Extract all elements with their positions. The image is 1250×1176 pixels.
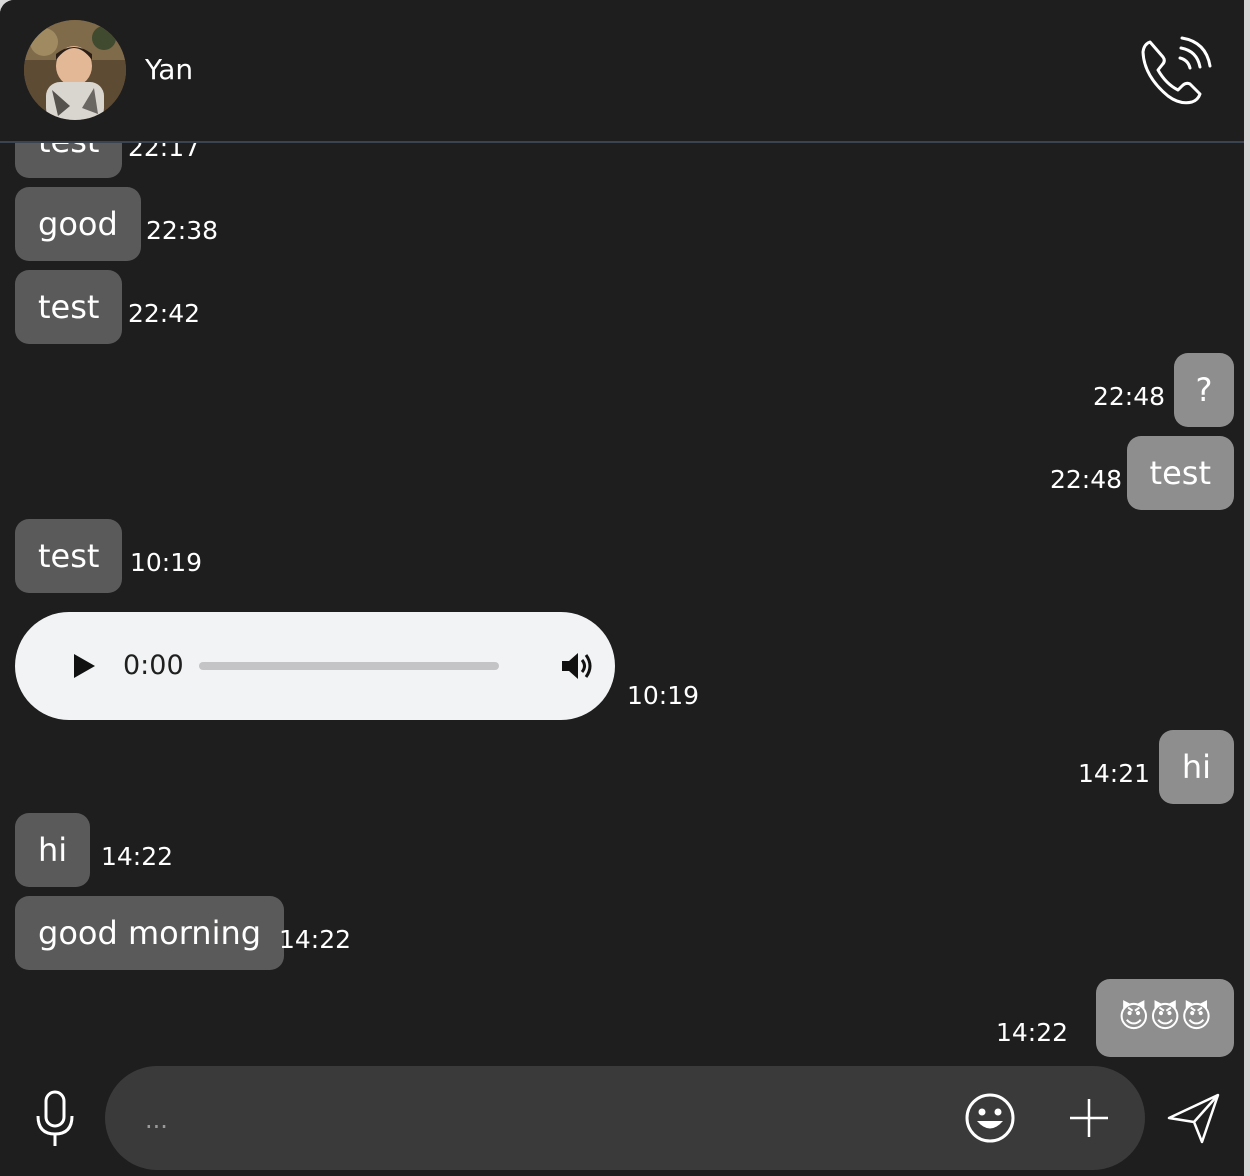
message-row: 😈😈😈 14:22 <box>0 979 1244 1057</box>
message-time: 22:42 <box>128 299 201 328</box>
message-bubble[interactable]: test <box>1126 436 1234 510</box>
message-row: good 22:38 <box>0 187 1244 261</box>
message-list[interactable]: test 22:17 good 22:38 test 22:42 ? 22:48… <box>0 0 1244 1176</box>
emoji-icon[interactable] <box>964 1092 1016 1144</box>
contact-name: Yan <box>145 53 194 86</box>
message-row: test 22:42 <box>0 270 1244 344</box>
message-row: test 10:19 <box>0 519 1244 593</box>
message-time: 10:19 <box>130 548 203 577</box>
message-time: 14:22 <box>101 842 174 871</box>
message-time: 22:38 <box>146 216 219 245</box>
chat-window: test 22:17 good 22:38 test 22:42 ? 22:48… <box>0 0 1244 1176</box>
message-time: 22:48 <box>1092 382 1165 411</box>
window-edge <box>1244 0 1250 1176</box>
phone-call-icon[interactable] <box>1136 32 1214 108</box>
message-time: 14:22 <box>279 925 352 954</box>
volume-icon[interactable] <box>560 650 596 682</box>
message-input[interactable] <box>143 1094 947 1146</box>
message-bubble[interactable]: test <box>15 519 123 593</box>
message-time: 14:21 <box>1077 759 1150 788</box>
message-row: test 22:48 <box>0 436 1244 510</box>
message-bubble[interactable]: hi <box>15 813 91 887</box>
avatar[interactable] <box>24 20 126 120</box>
chat-header: Yan <box>0 0 1244 143</box>
message-bubble[interactable]: test <box>15 270 123 344</box>
message-bubble[interactable]: 😈😈😈 <box>1096 979 1234 1057</box>
audio-current-time: 0:00 <box>123 650 184 681</box>
send-icon[interactable] <box>1166 1092 1222 1146</box>
message-row: hi 14:21 <box>0 730 1244 804</box>
message-time: 14:22 <box>995 1018 1068 1047</box>
message-input-container <box>105 1066 1145 1170</box>
message-bubble[interactable]: good morning <box>15 896 285 970</box>
plus-icon[interactable] <box>1067 1096 1111 1140</box>
message-time: 22:48 <box>1049 465 1122 494</box>
microphone-icon[interactable] <box>32 1090 78 1148</box>
message-bubble[interactable]: good <box>15 187 141 261</box>
message-row: good morning 14:22 <box>0 896 1244 970</box>
audio-progress-bar[interactable] <box>199 662 499 670</box>
message-bubble[interactable]: ? <box>1174 353 1234 427</box>
message-bubble[interactable]: hi <box>1158 730 1234 804</box>
message-time: 10:19 <box>627 681 700 710</box>
play-icon[interactable] <box>71 652 97 680</box>
message-row: ? 22:48 <box>0 353 1244 427</box>
message-composer <box>0 1064 1244 1176</box>
message-row: hi 14:22 <box>0 813 1244 887</box>
